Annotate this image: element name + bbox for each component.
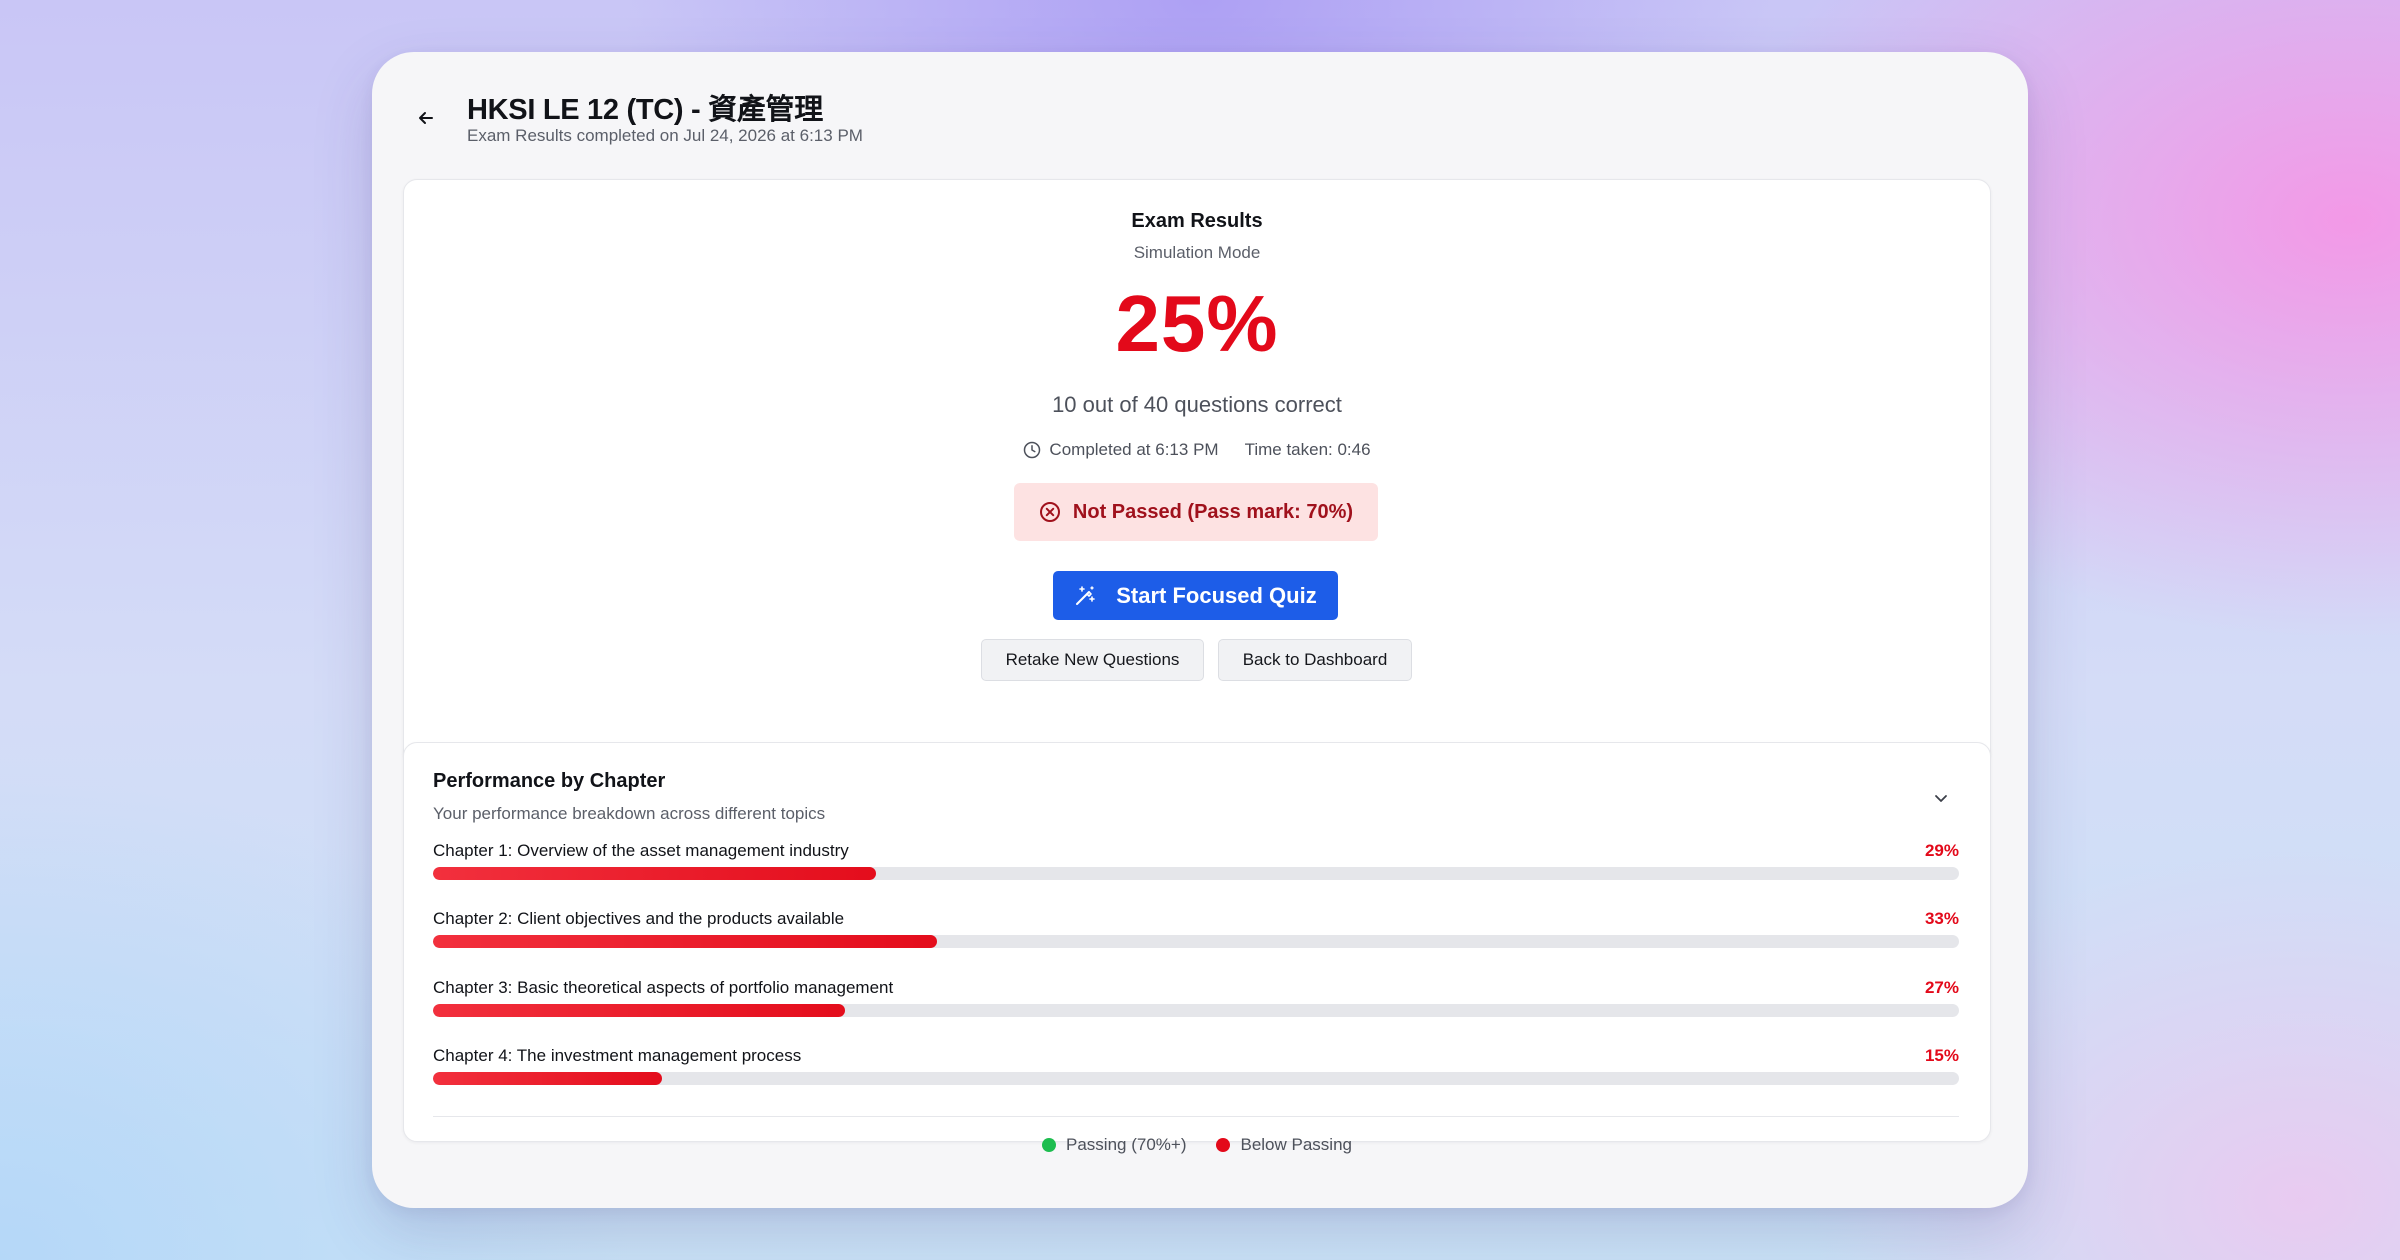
chapter-percent: 27%: [1924, 978, 1959, 997]
status-badge: Not Passed (Pass mark: 70%): [1014, 483, 1378, 541]
back-to-dashboard-button[interactable]: Back to Dashboard: [1218, 639, 1412, 681]
start-focused-quiz-label: Start Focused Quiz: [1116, 582, 1317, 608]
x-circle-icon: [1039, 502, 1060, 522]
page-title: HKSI LE 12 (TC) - 資產管理: [467, 94, 823, 126]
legend-divider: [433, 1116, 1959, 1117]
chapter-percent: 33%: [1924, 909, 1959, 928]
legend-below-passing: Below Passing: [1216, 1135, 1352, 1155]
status-text: Not Passed (Pass mark: 70%): [1072, 500, 1354, 523]
chapter-progress-fill: [433, 867, 876, 880]
legend-passing: Passing (70%+): [1042, 1135, 1186, 1155]
performance-subtitle: Your performance breakdown across differ…: [433, 804, 826, 823]
exam-results-card: Exam Results Simulation Mode 25% 10 out …: [403, 179, 1991, 765]
chapter-row: Chapter 1: Overview of the asset managem…: [433, 841, 1959, 891]
completion-meta: Completed at 6:13 PM Time taken: 0:46: [404, 440, 1990, 460]
chapter-progress-fill: [433, 935, 937, 948]
chapter-label: Chapter 4: The investment management pro…: [433, 1046, 802, 1065]
chapter-percent: 29%: [1924, 841, 1959, 860]
chapter-progress-fill: [433, 1072, 662, 1085]
performance-by-chapter-card: Performance by Chapter Your performance …: [403, 742, 1991, 1154]
page-subtitle: Exam Results completed on Jul 24, 2026 a…: [467, 126, 863, 145]
clock-icon: [1024, 441, 1041, 459]
results-mode: Simulation Mode: [1133, 243, 1261, 262]
results-window: HKSI LE 12 (TC) - 資產管理 Exam Results comp…: [372, 52, 2028, 1208]
legend: Passing (70%+) Below Passing: [404, 1135, 1990, 1155]
time-taken: Time taken: 0:46: [1244, 440, 1371, 459]
chevron-down-icon: [1935, 795, 1947, 802]
chapter-progress-fill: [433, 1004, 846, 1017]
chapter-row: Chapter 4: The investment management pro…: [433, 1046, 1959, 1096]
retake-new-questions-button[interactable]: Retake New Questions: [981, 639, 1204, 681]
chapter-label: Chapter 3: Basic theoretical aspects of …: [433, 978, 894, 997]
chapter-label: Chapter 2: Client objectives and the pro…: [433, 909, 845, 928]
correct-count: 10 out of 40 questions correct: [1052, 392, 1342, 417]
chapter-progress-track: [433, 867, 1959, 880]
legend-passing-label: Passing (70%+): [1066, 1135, 1187, 1154]
chapter-row: Chapter 3: Basic theoretical aspects of …: [433, 978, 1959, 1028]
start-focused-quiz-button[interactable]: Start Focused Quiz: [1053, 571, 1338, 620]
below-passing-dot-icon: [1216, 1138, 1231, 1152]
chapter-progress-track: [433, 935, 1959, 948]
collapse-toggle[interactable]: [1930, 787, 1952, 809]
back-button[interactable]: [412, 104, 440, 132]
magic-wand-icon: [1076, 585, 1096, 605]
chapter-progress-track: [433, 1004, 1959, 1017]
arrow-left-icon: [419, 112, 433, 124]
score-percentage: 25%: [1115, 279, 1279, 368]
chapter-label: Chapter 1: Overview of the asset managem…: [433, 841, 849, 860]
legend-below-label: Below Passing: [1240, 1135, 1352, 1154]
chapter-percent: 15%: [1924, 1046, 1959, 1065]
completed-time: Completed at 6:13 PM: [1049, 440, 1219, 459]
performance-title: Performance by Chapter: [433, 770, 666, 792]
chapter-progress-track: [433, 1072, 1959, 1085]
results-title: Exam Results: [1131, 210, 1263, 232]
passing-dot-icon: [1042, 1138, 1056, 1152]
chapter-row: Chapter 2: Client objectives and the pro…: [433, 909, 1959, 959]
